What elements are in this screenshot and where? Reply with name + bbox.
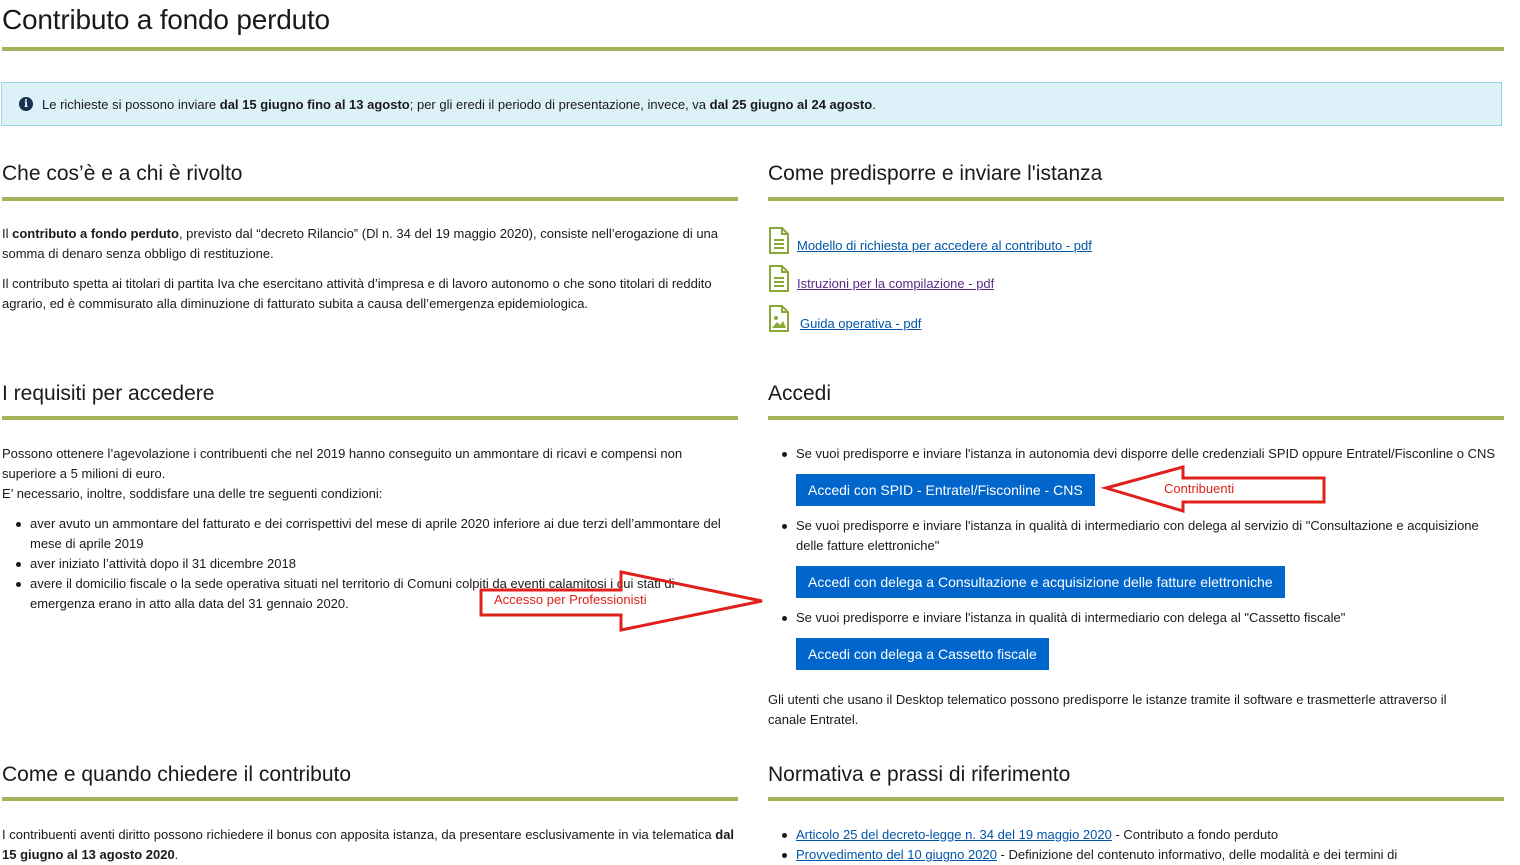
section-title-cosa: Che cos’è e a chi è rivolto (2, 162, 243, 185)
normativa-list: Articolo 25 del decreto-legge n. 34 del … (768, 825, 1512, 865)
accedi-item-1: Se vuoi predisporre e inviare l'istanza … (768, 444, 1512, 464)
annotation-arrows (479, 465, 1326, 632)
list-item: Provvedimento del 10 giugno 2020 - Defin… (768, 845, 1512, 865)
list-item: Articolo 25 del decreto-legge n. 34 del … (768, 825, 1512, 845)
list-item: aver avuto un ammontare del fatturato e … (2, 514, 738, 554)
doc-link-modello[interactable]: Modello di richiesta per accedere al con… (768, 227, 1092, 254)
normativa-link-articolo-25[interactable]: Articolo 25 del decreto-legge n. 34 del … (796, 827, 1112, 842)
section-title-istanza: Come predisporre e inviare l'istanza (768, 162, 1103, 185)
doc-link-label[interactable]: Modello di richiesta per accedere al con… (797, 238, 1092, 253)
accedi-item-3: Se vuoi predisporre e inviare l'istanza … (768, 608, 1504, 628)
delega-fatture-button[interactable]: Accedi con delega a Consultazione e acqu… (796, 566, 1285, 598)
section-title-accedi: Accedi (768, 382, 832, 405)
section-title-normativa: Normativa e prassi di riferimento (768, 763, 1071, 786)
info-text: Le richieste si possono inviare dal 15 g… (42, 96, 876, 112)
section-divider (768, 416, 1504, 420)
section-divider (768, 797, 1504, 801)
normativa-link-provvedimento[interactable]: Provvedimento del 10 giugno 2020 (796, 847, 997, 862)
section-divider (2, 197, 738, 201)
doc-link-istruzioni[interactable]: Istruzioni per la compilazione - pdf (768, 265, 994, 292)
annotation-contribuenti: Contribuenti (1164, 481, 1235, 496)
image-document-icon (769, 305, 789, 332)
document-icon (769, 227, 789, 254)
list-item: aver iniziato l’attività dopo il 31 dice… (2, 554, 738, 574)
quando-paragraph: I contribuenti aventi diritto possono ri… (2, 827, 735, 862)
document-icon (769, 265, 789, 292)
doc-link-guida[interactable]: Guida operativa - pdf (768, 305, 921, 332)
title-divider (2, 47, 1504, 51)
requisiti-intro: Possono ottenere l’agevolazione i contri… (2, 446, 683, 481)
doc-link-label[interactable]: Guida operativa - pdf (800, 316, 921, 331)
page-title: Contributo a fondo perduto (2, 4, 330, 35)
annotation-professionisti: Accesso per Professionisti (494, 592, 647, 607)
cosa-paragraph-2: Il contributo spetta ai titolari di part… (2, 276, 712, 311)
doc-link-label[interactable]: Istruzioni per la compilazione - pdf (797, 276, 994, 291)
cosa-paragraph-1: Il contributo a fondo perduto, previsto … (2, 226, 719, 261)
accedi-item-2: Se vuoi predisporre e inviare l'istanza … (768, 516, 1504, 556)
section-title-requisiti: I requisiti per accedere (2, 382, 215, 405)
section-divider (2, 416, 738, 420)
info-alert: i Le richieste si possono inviare dal 15… (1, 82, 1502, 126)
requisiti-intro-2: E’ necessario, inoltre, soddisfare una d… (2, 486, 383, 501)
delega-cassetto-button[interactable]: Accedi con delega a Cassetto fiscale (796, 638, 1049, 670)
info-icon: i (19, 97, 33, 111)
spid-login-button[interactable]: Accedi con SPID - Entratel/Fisconline - … (796, 474, 1095, 506)
section-divider (768, 197, 1504, 201)
section-title-quando: Come e quando chiedere il contributo (2, 763, 352, 786)
section-divider (2, 797, 738, 801)
desktop-telematico-note: Gli utenti che usano il Desktop telemati… (768, 692, 1447, 727)
